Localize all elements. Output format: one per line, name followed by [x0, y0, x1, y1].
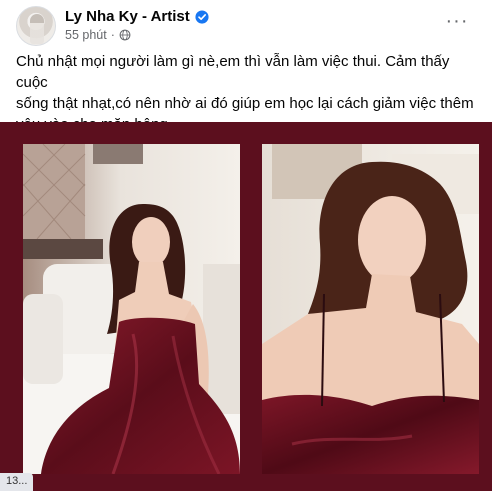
meta-separator: ·: [110, 28, 115, 42]
post-header: Ly Nha Ky - Artist 55 phút · ···: [16, 6, 482, 46]
avatar-figure: [30, 14, 44, 44]
photo-grid: 13...: [0, 122, 492, 491]
more-options-icon: ···: [445, 10, 469, 32]
public-globe-icon[interactable]: [119, 29, 131, 41]
post-meta: 55 phút ·: [65, 28, 131, 42]
more-options-button[interactable]: ···: [442, 10, 472, 32]
photo-1[interactable]: [23, 144, 240, 474]
status-bar-tooltip: 13...: [0, 473, 34, 491]
page-avatar[interactable]: [16, 6, 56, 46]
photo-2[interactable]: [262, 144, 479, 474]
verified-badge-icon: [195, 9, 209, 24]
page-name-link[interactable]: Ly Nha Ky - Artist: [65, 8, 190, 25]
name-row: Ly Nha Ky - Artist: [65, 8, 209, 25]
post-timestamp[interactable]: 55 phút: [65, 28, 107, 42]
facebook-post: Ly Nha Ky - Artist 55 phút · ··· Chủ nhậ…: [0, 0, 492, 491]
photo-1-image: [23, 144, 240, 474]
photo-2-image: [262, 144, 479, 474]
